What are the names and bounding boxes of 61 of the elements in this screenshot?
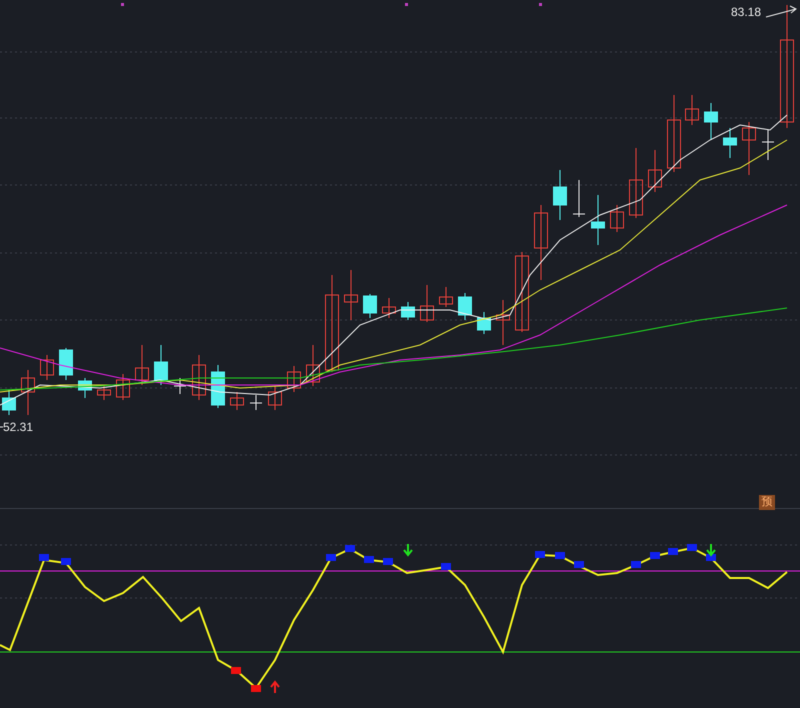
signal-marker — [574, 561, 584, 568]
candlestick — [439, 286, 453, 308]
signal-marker — [555, 552, 565, 559]
down-arrow-icon — [706, 543, 716, 557]
candlestick — [648, 150, 662, 192]
candlestick — [211, 364, 225, 408]
candlestick — [572, 180, 586, 218]
signal-marker — [364, 556, 374, 563]
candlestick — [762, 130, 774, 160]
signal-marker — [61, 558, 71, 565]
pointer-arrow-icon — [766, 6, 797, 18]
signal-marker — [231, 667, 241, 674]
candlestick — [78, 378, 92, 398]
candlestick — [685, 94, 699, 126]
down-arrow-icon — [403, 543, 413, 557]
candlestick — [344, 270, 358, 320]
signal-marker — [687, 544, 697, 551]
candlestick — [704, 102, 718, 140]
candlestick — [40, 354, 54, 380]
signal-marker — [535, 551, 545, 558]
signal-marker — [706, 554, 716, 561]
signal-marker — [39, 554, 49, 561]
candlestick — [135, 344, 149, 386]
signal-marker — [345, 545, 355, 552]
signal-marker — [441, 563, 451, 570]
candlestick — [230, 392, 244, 410]
candlestick — [723, 128, 737, 158]
candlestick — [97, 384, 111, 400]
candlestick — [2, 390, 16, 416]
candlestick — [742, 122, 756, 176]
candlestick — [363, 294, 377, 318]
price-label: 52.31 — [3, 420, 34, 434]
candlestick — [116, 374, 130, 400]
candlestick — [420, 284, 434, 322]
candlestick — [174, 378, 186, 394]
signal-marker — [326, 554, 336, 561]
candlestick — [287, 366, 301, 392]
forecast-badge: 预 — [759, 495, 775, 510]
candlestick — [382, 298, 396, 318]
signal-marker — [631, 561, 641, 568]
signal-marker — [650, 552, 660, 559]
candlestick — [21, 370, 35, 416]
candlestick — [154, 344, 168, 386]
candlestick — [591, 194, 605, 246]
candlestick — [306, 344, 320, 386]
candlestick — [610, 204, 624, 232]
candlestick — [268, 386, 282, 410]
candlestick — [477, 312, 491, 334]
signal-marker — [251, 685, 261, 692]
up-arrow-icon — [270, 680, 280, 694]
signal-marker — [668, 548, 678, 555]
candlestick — [629, 148, 643, 218]
signal-marker — [383, 558, 393, 565]
candlestick — [401, 302, 415, 320]
candlestick — [496, 300, 510, 346]
candlestick — [553, 170, 567, 220]
candlestick — [59, 348, 73, 380]
candlestick — [458, 292, 472, 320]
price-label: 83.18 — [731, 5, 762, 19]
candlestick — [250, 394, 262, 410]
candlestick — [192, 354, 206, 400]
